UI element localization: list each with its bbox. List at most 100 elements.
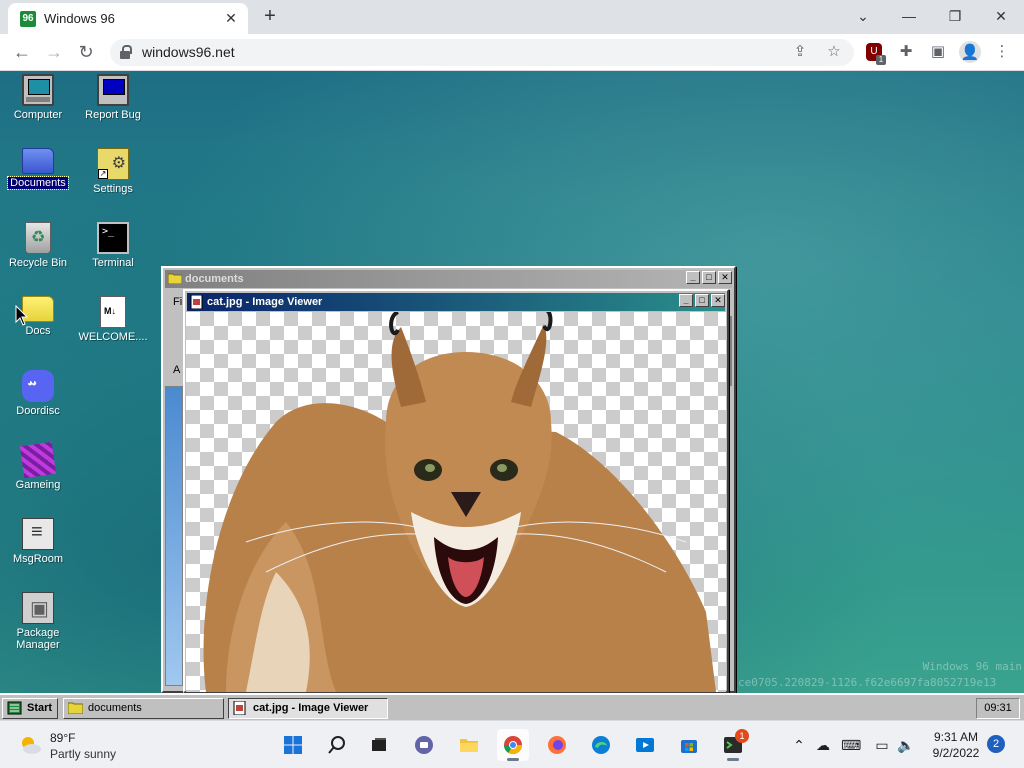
keyboard-icon[interactable]: ⌨ [841,735,861,755]
partly-sunny-icon [22,737,41,754]
close-window-button[interactable]: ✕ [986,4,1016,28]
desktop-icon-label: WELCOME.... [78,331,148,343]
image-viewer-title: cat.jpg - Image Viewer [207,296,323,308]
desktop-icon-label: Package Manager [16,627,60,651]
desktop-icon-label: Settings [93,183,133,195]
back-button[interactable]: ← [10,40,34,64]
start-menu-button[interactable] [277,729,309,761]
new-tab-button[interactable]: + [258,5,282,29]
taskbar-button-documents[interactable]: documents [63,698,224,719]
media-player-taskbar-button[interactable] [629,729,661,761]
file-menu[interactable]: Fi [173,296,182,308]
desktop-icon-welcome[interactable]: WELCOME.... [76,296,150,343]
windows96-favicon-icon: 96 [20,11,36,27]
system-clock[interactable]: 9:31 AM 9/2/2022 [930,729,982,761]
desktop-icon-label: Recycle Bin [8,257,68,269]
volume-icon[interactable]: 🔈 [896,735,916,755]
gameing-icon [19,441,57,479]
doordisc-icon [22,370,54,402]
edge-taskbar-button[interactable] [585,729,617,761]
minimize-window-button[interactable]: — [894,4,924,28]
documents-folder-icon [22,148,54,174]
desktop-icon-doordisc[interactable]: Doordisc [1,370,75,417]
image-viewer-titlebar[interactable]: cat.jpg - Image Viewer [187,293,725,311]
minimize-button[interactable]: _ [679,294,693,307]
tab-search-chevron-icon[interactable]: ⌄ [848,4,878,28]
address-label: A [173,364,181,376]
maximize-button[interactable]: □ [702,271,716,284]
chrome-menu-icon[interactable]: ⋮ [990,40,1014,64]
chat-icon [415,736,433,754]
lock-icon[interactable] [120,45,132,59]
desktop-icon-gameing[interactable]: Gameing [1,441,75,491]
weather-temperature: 89°F [50,731,76,745]
bookmark-star-icon[interactable]: ☆ [824,42,844,62]
desktop-icon-terminal[interactable]: Terminal [76,222,150,269]
caracal-cat-image [203,312,717,692]
minimize-button[interactable]: _ [686,271,700,284]
terminal-icon [97,222,129,254]
profile-avatar-icon[interactable]: 👤 [959,41,981,63]
desktop-icon-package-manager[interactable]: Package Manager [1,592,75,651]
recycle-bin-icon [25,222,51,254]
terminal-taskbar-button[interactable]: 1 [717,729,749,761]
notification-center-badge[interactable]: 2 [987,735,1005,753]
image-file-icon [233,700,248,716]
clock-time: 9:31 AM [933,730,979,744]
show-hidden-icons-chevron-icon[interactable]: ⌃ [789,735,809,755]
documents-sidebar [165,386,183,686]
search-button[interactable] [321,729,353,761]
teams-chat-button[interactable] [408,729,440,761]
folder-icon [167,272,183,286]
desktop-icon-msgroom[interactable]: MsgRoom [1,518,75,565]
desktop-icon-label: Report Bug [85,109,141,121]
side-panel-icon[interactable]: ▣ [926,40,950,64]
win96-clock[interactable]: 09:31 [976,698,1020,719]
store-taskbar-button[interactable] [673,729,705,761]
ublock-origin-icon[interactable]: U 1 [866,43,886,65]
onedrive-offline-icon[interactable]: ☁ [813,735,833,755]
desktop-icon-recycle-bin[interactable]: Recycle Bin [1,222,75,269]
shortcut-arrow-icon: ↗ [98,169,108,179]
task-view-button[interactable] [363,729,395,761]
close-button[interactable]: ✕ [718,271,732,284]
forward-button[interactable]: → [42,40,66,64]
desktop-icon-computer[interactable]: Computer [1,74,75,121]
address-bar[interactable]: windows96.net ⇪ ☆ [110,39,854,66]
close-tab-icon[interactable]: ✕ [222,9,240,27]
desktop-icon-docs[interactable]: Docs [1,296,75,337]
share-icon[interactable]: ⇪ [790,42,810,62]
weather-widget[interactable]: 89°F Partly sunny [16,729,156,763]
maximize-button[interactable]: □ [695,294,709,307]
image-canvas[interactable] [186,312,726,692]
file-explorer-button[interactable] [453,729,485,761]
url-text[interactable]: windows96.net [142,44,235,60]
taskbar-button-label: documents [88,702,142,714]
desktop-icon-settings[interactable]: ↗ Settings [76,148,150,195]
browser-toolbar: ← → ↻ windows96.net ⇪ ☆ U 1 ✚ ▣ 👤 ⋮ [0,34,1024,71]
network-icon[interactable]: ▭ [872,735,892,755]
folder-icon [67,701,84,715]
start-label: Start [27,702,53,714]
close-button[interactable]: ✕ [711,294,725,307]
documents-window-titlebar[interactable]: documents [165,270,732,288]
chrome-icon [504,736,522,755]
firefox-icon [548,736,566,754]
restore-window-button[interactable]: ❐ [940,4,970,28]
reload-button[interactable]: ↻ [74,40,98,64]
desktop-icon-label: Gameing [15,479,61,491]
desktop-icon-documents[interactable]: Documents [1,148,75,190]
extensions-puzzle-icon[interactable]: ✚ [894,40,918,64]
chrome-taskbar-button[interactable] [497,729,529,761]
firefox-taskbar-button[interactable] [541,729,573,761]
browser-tab-windows96[interactable]: 96 Windows 96 ✕ [8,3,248,34]
win96-taskbar: Start documents cat.jpg - Image Viewer 0… [0,693,1024,720]
desktop-icon-report-bug[interactable]: Report Bug [76,74,150,121]
msgroom-icon [22,518,54,550]
weather-condition: Partly sunny [50,747,117,761]
browser-tab-strip: 96 Windows 96 ✕ + ⌄ — ❐ ✕ [0,0,1024,34]
tab-title: Windows 96 [44,11,115,26]
taskbar-button-image-viewer[interactable]: cat.jpg - Image Viewer [228,698,388,719]
file-explorer-icon [460,739,478,752]
start-button[interactable]: Start [2,698,58,719]
